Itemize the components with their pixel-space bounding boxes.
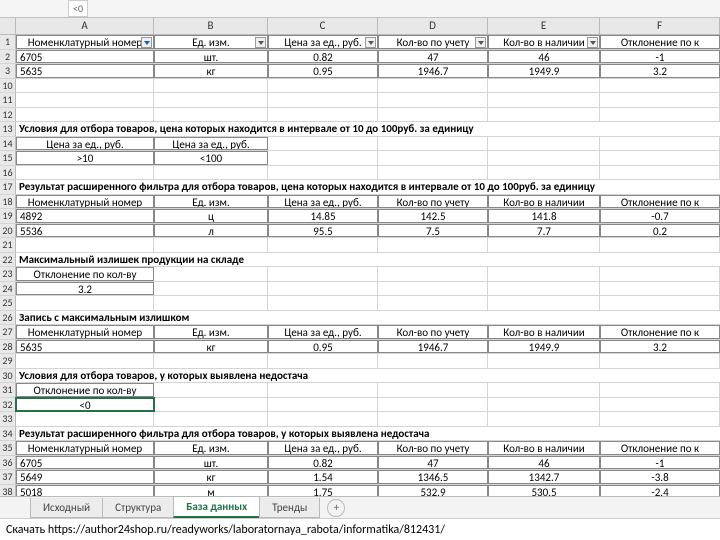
col-header-B[interactable]: B [154, 18, 268, 34]
row-header[interactable]: 21 [0, 238, 16, 252]
col-header-F[interactable]: F [600, 18, 720, 34]
col-header-A[interactable]: A [16, 18, 154, 34]
row-header[interactable]: 29 [0, 354, 16, 368]
tab-database[interactable]: База данных [173, 497, 260, 518]
spreadsheet: A B C D E F 1 Номенклатурный номер Ед. и… [0, 18, 720, 499]
tab-structure[interactable]: Структура [102, 498, 174, 518]
row-header[interactable]: 19 [0, 209, 16, 223]
add-sheet-button[interactable]: + [327, 499, 345, 517]
sheet-tabs: Исходный Структура База данных Тренды + [0, 496, 720, 518]
row-header[interactable]: 26 [0, 311, 16, 325]
section-title[interactable]: Запись с максимальным излишком [16, 311, 720, 325]
col-header-E[interactable]: E [488, 18, 600, 34]
cell[interactable]: <100 [154, 151, 268, 165]
row-header[interactable]: 13 [0, 122, 16, 136]
section-title[interactable]: Условия для отбора товаров, у которых вы… [16, 369, 720, 383]
formula-value[interactable]: <0 [68, 0, 88, 17]
table-header[interactable]: Кол-во по учету [378, 195, 488, 209]
table-header[interactable]: Кол-во по учету [378, 35, 488, 49]
section-title[interactable]: Результат расширенного фильтра для отбор… [16, 180, 720, 194]
table-header[interactable]: Ед. изм. [154, 195, 268, 209]
row-header[interactable]: 20 [0, 224, 16, 238]
table-header[interactable]: Отклонение по к [600, 35, 720, 49]
row-header[interactable]: 32 [0, 398, 16, 412]
section-title[interactable]: Результат расширенного фильтра для отбор… [16, 427, 720, 441]
row-header[interactable]: 12 [0, 108, 16, 122]
cell[interactable]: 0.82 [268, 50, 378, 64]
row-header[interactable]: 11 [0, 93, 16, 107]
row-header[interactable]: 36 [0, 456, 16, 470]
filter-icon[interactable] [475, 37, 486, 48]
select-all-corner[interactable] [0, 18, 16, 34]
cell[interactable]: кг [154, 64, 268, 78]
table-header[interactable]: Ед. изм. [154, 35, 268, 49]
cell[interactable]: 5635 [16, 64, 154, 78]
row-header[interactable]: 10 [0, 79, 16, 93]
active-cell[interactable]: <0 [16, 398, 154, 412]
formula-bar: <0 [0, 0, 720, 18]
table-header[interactable]: Номенклатурный номер [16, 195, 154, 209]
row-header[interactable]: 24 [0, 282, 16, 296]
table-header[interactable]: Цена за ед., руб. [268, 195, 378, 209]
row-header[interactable]: 23 [0, 267, 16, 281]
cell[interactable]: 1946.7 [378, 64, 488, 78]
row-header[interactable]: 15 [0, 151, 16, 165]
row-header[interactable]: 28 [0, 340, 16, 354]
row-header[interactable]: 27 [0, 325, 16, 339]
table-header[interactable]: Кол-во в наличии [488, 35, 600, 49]
row-header[interactable]: 3 [0, 64, 16, 78]
cell[interactable]: Цена за ед., руб. [154, 137, 268, 151]
section-title[interactable]: Максимальный излишек продукции на складе [16, 253, 720, 267]
cell[interactable]: 6705 [16, 50, 154, 64]
cell[interactable]: 47 [378, 50, 488, 64]
filter-icon[interactable] [255, 37, 266, 48]
cell[interactable]: 3.2 [600, 64, 720, 78]
cell[interactable]: Цена за ед., руб. [16, 137, 154, 151]
table-header[interactable]: Цена за ед., руб. [268, 35, 378, 49]
tab-trends[interactable]: Тренды [259, 498, 320, 518]
table-header[interactable]: Номенклатурный номер [16, 35, 154, 49]
cell[interactable]: -1 [600, 50, 720, 64]
row-header[interactable]: 34 [0, 427, 16, 441]
column-headers: A B C D E F [0, 18, 720, 35]
tab-source[interactable]: Исходный [30, 498, 103, 518]
filter-icon[interactable] [141, 37, 152, 48]
row-header[interactable]: 17 [0, 180, 16, 194]
cell[interactable]: шт. [154, 50, 268, 64]
row-header[interactable]: 14 [0, 137, 16, 151]
row-header[interactable]: 31 [0, 383, 16, 397]
cell[interactable]: >10 [16, 151, 154, 165]
row-header[interactable]: 22 [0, 253, 16, 267]
footer-link: Скачать https://author24shop.ru/readywor… [0, 518, 720, 540]
section-title[interactable]: Условия для отбора товаров, цена которых… [16, 122, 720, 136]
table-header[interactable]: Отклонение по к [600, 195, 720, 209]
row-header[interactable]: 1 [0, 35, 16, 49]
row-header[interactable]: 35 [0, 441, 16, 455]
row-header[interactable]: 33 [0, 412, 16, 426]
row-header[interactable]: 18 [0, 195, 16, 209]
filter-icon[interactable] [365, 37, 376, 48]
cell[interactable]: 1949.9 [488, 64, 600, 78]
table-header[interactable]: Кол-во в наличии [488, 195, 600, 209]
filter-icon[interactable] [587, 37, 598, 48]
row-header[interactable]: 37 [0, 470, 16, 484]
row-header[interactable]: 2 [0, 50, 16, 64]
cell[interactable]: 0.95 [268, 64, 378, 78]
row-header[interactable]: 30 [0, 369, 16, 383]
cell[interactable]: 46 [488, 50, 600, 64]
row-header[interactable]: 16 [0, 166, 16, 180]
col-header-D[interactable]: D [378, 18, 488, 34]
row-header[interactable]: 25 [0, 296, 16, 310]
col-header-C[interactable]: C [268, 18, 378, 34]
